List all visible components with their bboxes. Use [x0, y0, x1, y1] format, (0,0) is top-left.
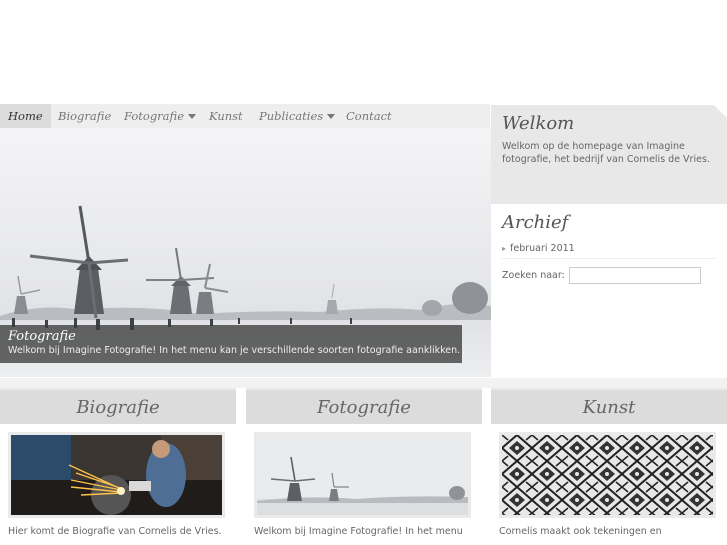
nav-contact[interactable]: Contact	[346, 104, 392, 128]
welkom-text: Welkom op de homepage van Imagine fotogr…	[502, 141, 710, 165]
search-label: Zoeken naar:	[502, 270, 565, 281]
column-fotografie: Fotografie Welkom bij Imagine Fotografie…	[246, 388, 482, 545]
column-body: Welkom bij Imagine Fotografie! In het me…	[246, 424, 482, 545]
hero-title: Fotografie	[8, 329, 76, 344]
column-body: Cornelis maakt ook tekeningen en	[491, 424, 727, 545]
column-title[interactable]: Kunst	[491, 388, 727, 424]
column-text: Cornelis maakt ook tekeningen en	[499, 526, 662, 537]
column-text: Hier komt de Biografie van Cornelis de V…	[8, 526, 222, 537]
archief-item[interactable]: ▸ februari 2011	[502, 243, 716, 259]
column-body: Hier komt de Biografie van Cornelis de V…	[0, 424, 236, 545]
column-title[interactable]: Biografie	[0, 388, 236, 424]
kunst-thumbnail[interactable]	[499, 432, 716, 518]
chevron-right-icon: ▸	[502, 244, 507, 253]
main-nav: Home Biografie Fotografie Kunst Publicat…	[0, 104, 490, 128]
windmill-thumbnail-image	[257, 435, 468, 515]
nav-publicaties[interactable]: Publicaties	[259, 104, 336, 128]
nav-biografie[interactable]: Biografie	[58, 104, 111, 128]
nav-fotografie[interactable]: Fotografie	[124, 104, 197, 128]
hero-text: Welkom bij Imagine Fotografie! In het me…	[8, 345, 461, 356]
column-kunst: Kunst Cornelis maakt ook tekeningen en	[491, 388, 727, 545]
search-row: Zoeken naar:	[502, 267, 716, 284]
nav-fotografie-label: Fotografie	[124, 109, 185, 123]
welder-image	[11, 435, 222, 515]
column-text: Welkom bij Imagine Fotografie! In het me…	[254, 526, 463, 537]
chevron-down-icon	[327, 114, 336, 119]
archief-title: Archief	[502, 212, 569, 233]
folded-corner	[714, 105, 727, 118]
column-biografie: Biografie Hier komt de Biografie van Cor…	[0, 388, 236, 545]
search-input[interactable]	[568, 267, 701, 284]
archief-item-label: februari 2011	[510, 243, 575, 254]
welkom-title: Welkom	[502, 113, 575, 134]
nav-home[interactable]: Home	[0, 104, 51, 128]
biografie-thumbnail[interactable]	[8, 432, 225, 518]
nav-kunst[interactable]: Kunst	[209, 104, 243, 128]
hero-caption: Fotografie Welkom bij Imagine Fotografie…	[0, 325, 462, 363]
chevron-down-icon	[188, 114, 197, 119]
kaleidoscope-pattern-image	[502, 435, 713, 515]
archief-widget: Archief ▸ februari 2011 Zoeken naar:	[491, 204, 727, 378]
section-divider	[0, 378, 727, 388]
nav-publicaties-label: Publicaties	[259, 109, 324, 123]
fotografie-thumbnail[interactable]	[254, 432, 471, 518]
column-title[interactable]: Fotografie	[246, 388, 482, 424]
welkom-widget: Welkom Welkom op de homepage van Imagine…	[491, 105, 727, 204]
